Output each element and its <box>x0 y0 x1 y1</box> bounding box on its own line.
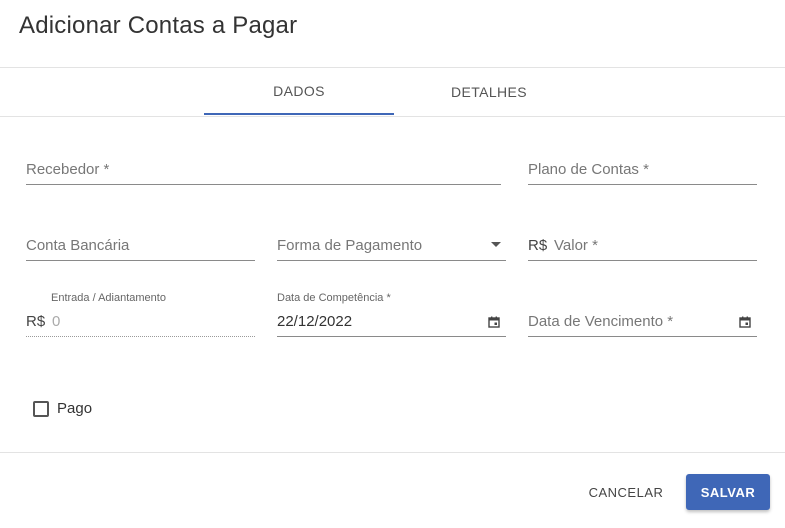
forma-pagamento-label: Forma de Pagamento <box>277 237 423 254</box>
caret-down-icon[interactable] <box>491 242 501 247</box>
tab-dados[interactable]: DADOS <box>204 68 394 115</box>
data-vencimento-underline <box>528 336 757 337</box>
conta-bancaria-field[interactable]: Conta Bancária <box>26 226 255 261</box>
data-competencia-label: Data de Competência * <box>277 292 391 304</box>
tab-detalhes[interactable]: DETALHES <box>394 68 584 115</box>
entrada-field[interactable]: Entrada / Adiantamento R$ 0 <box>26 290 255 337</box>
plano-contas-underline <box>528 184 757 185</box>
conta-bancaria-label: Conta Bancária <box>26 237 130 254</box>
conta-bancaria-underline <box>26 260 255 261</box>
valor-label: Valor * <box>554 237 598 254</box>
valor-underline <box>528 260 757 261</box>
tab-bar: DADOS DETALHES <box>0 68 785 116</box>
calendar-icon[interactable] <box>488 316 500 328</box>
plano-contas-label: Plano de Contas * <box>528 161 649 178</box>
forma-pagamento-select[interactable]: Forma de Pagamento <box>277 226 506 261</box>
pago-checkbox[interactable] <box>33 401 49 417</box>
calendar-icon[interactable] <box>739 316 751 328</box>
entrada-label: Entrada / Adiantamento <box>51 292 166 304</box>
recebedor-label: Recebedor * <box>26 161 110 178</box>
data-competencia-underline <box>277 336 506 337</box>
data-competencia-field[interactable]: Data de Competência * 22/12/2022 <box>277 290 506 337</box>
pago-label[interactable]: Pago <box>57 400 92 417</box>
data-vencimento-field[interactable]: Data de Vencimento * <box>528 290 757 337</box>
entrada-prefix: R$ <box>26 313 46 330</box>
dialog-title: Adicionar Contas a Pagar <box>19 12 298 39</box>
plano-contas-field[interactable]: Plano de Contas * <box>528 150 757 185</box>
recebedor-underline <box>26 184 501 185</box>
recebedor-field[interactable]: Recebedor * <box>26 150 501 185</box>
entrada-underline <box>26 335 255 337</box>
save-button[interactable]: SALVAR <box>686 474 770 510</box>
footer-divider <box>0 452 785 453</box>
cancel-button[interactable]: CANCELAR <box>580 476 672 508</box>
forma-pagamento-underline <box>277 260 506 261</box>
entrada-value: 0 <box>52 313 61 330</box>
valor-prefix: R$ <box>528 237 548 254</box>
valor-field[interactable]: R$ Valor * <box>528 226 757 261</box>
tabs-divider <box>0 116 785 117</box>
data-competencia-value: 22/12/2022 <box>277 313 353 330</box>
data-vencimento-label: Data de Vencimento * <box>528 313 674 330</box>
